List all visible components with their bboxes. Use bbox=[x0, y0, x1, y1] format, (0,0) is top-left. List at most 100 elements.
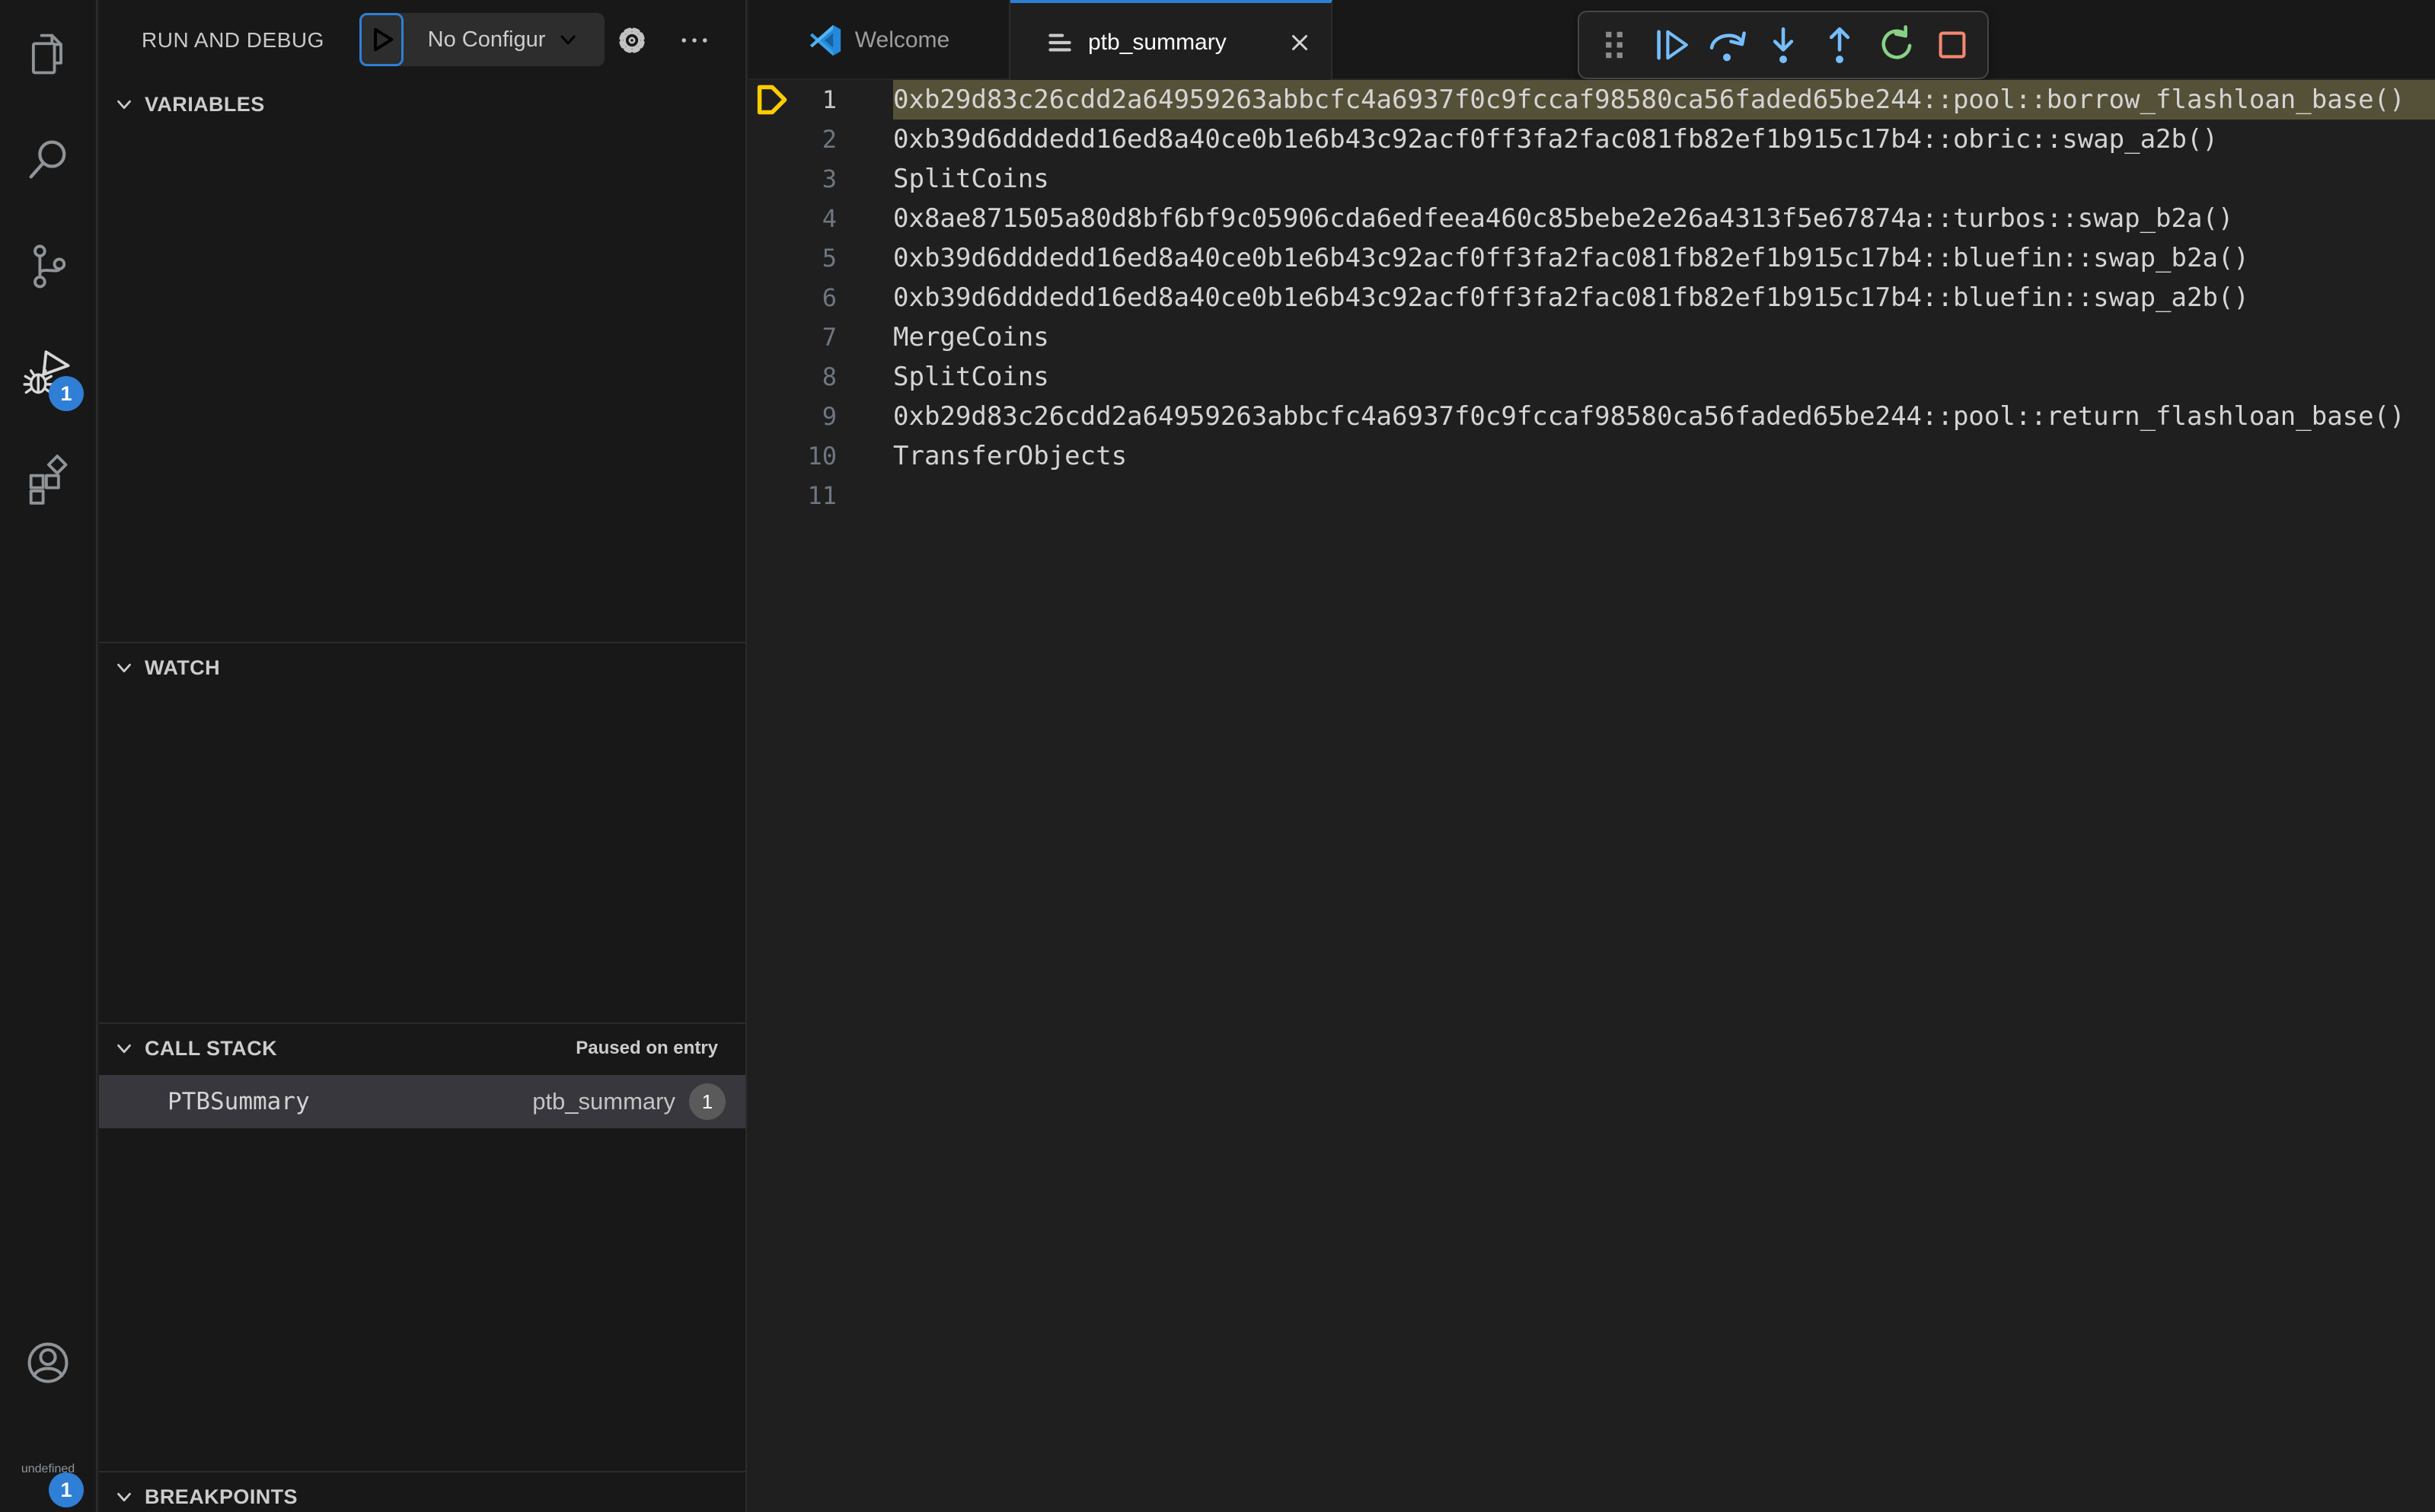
code-line-text[interactable]: 0xb39d6dddedd16ed8a40ce0b1e6b43c92acf0ff… bbox=[893, 120, 2218, 159]
code-line-text[interactable]: 0x8ae871505a80d8bf6bf9c05906cda6edfeea46… bbox=[893, 199, 2233, 238]
breakpoints-section: BREAKPOINTS bbox=[99, 1471, 745, 1512]
debug-toolbar bbox=[1578, 11, 1989, 79]
code-line-text[interactable]: 0xb29d83c26cdd2a64959263abbcfc4a6937f0c9… bbox=[893, 397, 2405, 436]
watch-section-label: WATCH bbox=[145, 656, 220, 679]
variables-section: VARIABLES bbox=[99, 80, 745, 129]
variables-section-label: VARIABLES bbox=[145, 92, 265, 116]
tab-welcome[interactable]: Welcome bbox=[748, 0, 1010, 80]
activity-item-extensions[interactable] bbox=[0, 426, 96, 533]
explorer-icon bbox=[22, 27, 74, 79]
line-number: 11 bbox=[807, 481, 837, 510]
code-line-10: 10 TransferObjects bbox=[748, 436, 2435, 476]
chevron-down-icon bbox=[113, 1485, 136, 1508]
close-icon[interactable] bbox=[1287, 30, 1313, 56]
configuration-dropdown-label: No Configur bbox=[427, 27, 546, 52]
tab-ptb-summary-label: ptb_summary bbox=[1088, 29, 1227, 55]
play-icon bbox=[364, 22, 399, 57]
code-line-text[interactable]: MergeCoins bbox=[893, 317, 1049, 357]
line-number: 10 bbox=[807, 442, 837, 471]
views-and-more-actions-button[interactable] bbox=[678, 0, 711, 80]
activity-item-source-control[interactable] bbox=[0, 213, 96, 320]
variables-section-header[interactable]: VARIABLES bbox=[99, 80, 745, 129]
activity-item-run-and-debug[interactable]: 1 bbox=[0, 320, 96, 426]
notification-badge: 1 bbox=[49, 1472, 84, 1507]
line-number: 1 bbox=[822, 85, 837, 114]
code-line-4: 4 0x8ae871505a80d8bf6bf9c05906cda6edfeea4… bbox=[748, 199, 2435, 238]
sidebar-title: RUN AND DEBUG bbox=[142, 27, 324, 52]
chevron-down-icon bbox=[113, 93, 136, 116]
start-debugging-button[interactable] bbox=[359, 13, 404, 66]
code-line-text[interactable]: TransferObjects bbox=[893, 436, 1127, 476]
source-control-icon bbox=[22, 241, 74, 292]
open-launch-json-button[interactable] bbox=[615, 0, 649, 80]
code-line-7: 7 MergeCoins bbox=[748, 317, 2435, 357]
run-and-debug-sidebar: RUN AND DEBUG No Configur VARIABLES WATC… bbox=[99, 0, 747, 1512]
drag-handle[interactable] bbox=[1590, 21, 1639, 69]
step-into-button[interactable] bbox=[1759, 21, 1808, 69]
line-number: 7 bbox=[822, 323, 837, 352]
chevron-down-icon bbox=[113, 656, 136, 679]
call-stack-section-header[interactable]: CALL STACK Paused on entry bbox=[99, 1022, 745, 1073]
code-line-9: 9 0xb29d83c26cdd2a64959263abbcfc4a6937f0c… bbox=[748, 397, 2435, 436]
chevron-down-icon bbox=[556, 27, 580, 52]
extensions-icon bbox=[22, 454, 74, 506]
code-line-6: 6 0xb39d6dddedd16ed8a40ce0b1e6b43c92acf0f… bbox=[748, 278, 2435, 317]
call-stack-section: CALL STACK Paused on entry PTBSummary pt… bbox=[99, 1022, 745, 1471]
step-over-button[interactable] bbox=[1703, 21, 1751, 69]
list-icon bbox=[1044, 27, 1076, 59]
breakpoints-section-header[interactable]: BREAKPOINTS bbox=[99, 1471, 745, 1512]
code-line-text[interactable]: 0xb29d83c26cdd2a64959263abbcfc4a6937f0c9… bbox=[893, 80, 2405, 120]
activity-item-search[interactable] bbox=[0, 107, 96, 213]
activity-bar-top-group: 1 bbox=[0, 0, 96, 533]
tab-welcome-label: Welcome bbox=[854, 27, 950, 53]
vscode-window: 1 undefined 1 RUN AND DEBUG No Configur V… bbox=[0, 0, 2435, 1512]
code-line-text[interactable]: SplitCoins bbox=[893, 357, 1049, 397]
code-line-text[interactable]: 0xb39d6dddedd16ed8a40ce0b1e6b43c92acf0ff… bbox=[893, 278, 2249, 317]
tab-ptb-summary[interactable]: ptb_summary bbox=[1010, 0, 1332, 81]
step-out-icon bbox=[1817, 23, 1862, 67]
grip-icon bbox=[1592, 23, 1636, 67]
code-line-2: 2 0xb39d6dddedd16ed8a40ce0b1e6b43c92acf0f… bbox=[748, 120, 2435, 159]
call-stack-section-label: CALL STACK bbox=[145, 1036, 277, 1060]
code-line-1: 1 0xb29d83c26cdd2a64959263abbcfc4a6937f0c… bbox=[748, 80, 2435, 120]
configuration-dropdown[interactable]: No Configur bbox=[404, 13, 605, 66]
frame-file-name: ptb_summary bbox=[532, 1088, 675, 1115]
line-number: 6 bbox=[822, 283, 837, 312]
code-line-8: 8 SplitCoins bbox=[748, 357, 2435, 397]
ellipsis-icon bbox=[678, 24, 711, 57]
frame-line-badge: 1 bbox=[689, 1083, 726, 1120]
code-line-5: 5 0xb39d6dddedd16ed8a40ce0b1e6b43c92acf0f… bbox=[748, 238, 2435, 278]
stop-icon bbox=[1930, 23, 1974, 67]
search-icon bbox=[22, 134, 74, 186]
editor-area: Welcome ptb_summary 1 0xb29d83c26cdd2a649… bbox=[748, 0, 2435, 1512]
continue-button[interactable] bbox=[1646, 21, 1695, 69]
step-into-icon bbox=[1761, 23, 1805, 67]
activity-item-explorer[interactable] bbox=[0, 0, 96, 107]
paused-status-text: Paused on entry bbox=[576, 1038, 718, 1058]
activity-item-settings[interactable]: undefined 1 bbox=[0, 1416, 96, 1512]
frame-meta: ptb_summary 1 bbox=[532, 1083, 726, 1120]
code-line-text[interactable]: SplitCoins bbox=[893, 159, 1049, 199]
watch-section: WATCH bbox=[99, 642, 745, 692]
step-out-button[interactable] bbox=[1815, 21, 1864, 69]
line-number: 4 bbox=[822, 204, 837, 233]
code-line-11: 11 bbox=[748, 476, 2435, 515]
account-icon bbox=[22, 1337, 74, 1389]
line-number: 9 bbox=[822, 402, 837, 431]
activity-bar: 1 undefined 1 bbox=[0, 0, 97, 1512]
watch-section-header[interactable]: WATCH bbox=[99, 642, 745, 692]
frame-name: PTBSummary bbox=[168, 1088, 310, 1115]
call-stack-frame-row[interactable]: PTBSummary ptb_summary 1 bbox=[99, 1075, 745, 1128]
continue-icon bbox=[1648, 23, 1693, 67]
activity-item-account[interactable] bbox=[0, 1309, 96, 1416]
code-line-text[interactable]: 0xb39d6dddedd16ed8a40ce0b1e6b43c92acf0ff… bbox=[893, 238, 2249, 278]
restart-button[interactable] bbox=[1872, 21, 1920, 69]
line-number: 8 bbox=[822, 362, 837, 391]
line-number: 3 bbox=[822, 164, 837, 193]
line-number: 5 bbox=[822, 244, 837, 273]
chevron-down-icon bbox=[113, 1037, 136, 1060]
gear-icon bbox=[615, 24, 649, 57]
code-editor: 1 0xb29d83c26cdd2a64959263abbcfc4a6937f0c… bbox=[748, 80, 2435, 1512]
restart-icon bbox=[1874, 23, 1918, 67]
stop-button[interactable] bbox=[1928, 21, 1977, 69]
